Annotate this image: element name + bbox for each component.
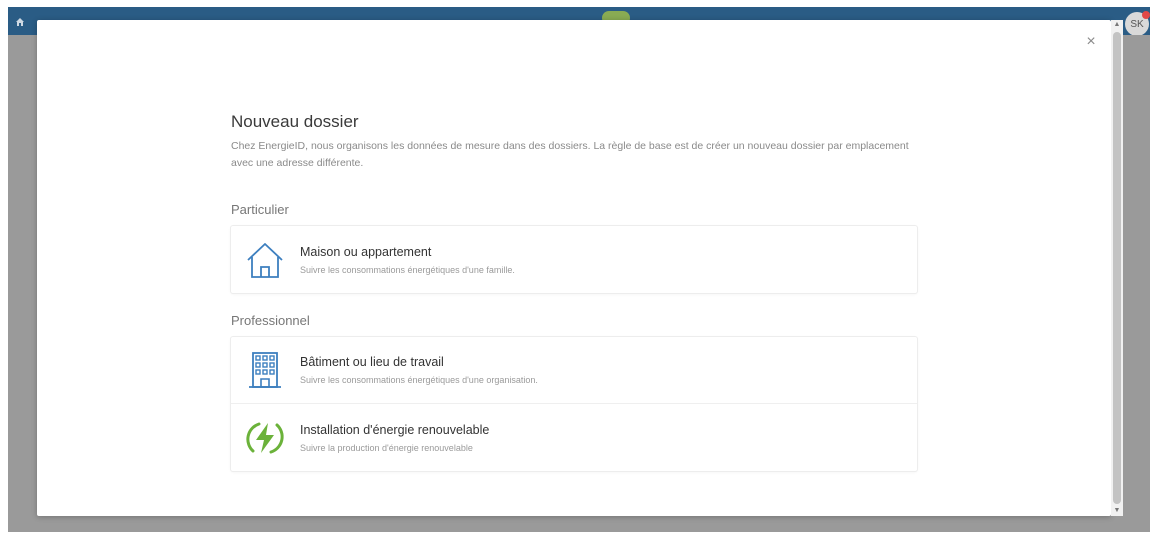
option-building-card[interactable]: Bâtiment ou lieu de travail Suivre les c… <box>231 337 917 404</box>
scroll-down-icon[interactable]: ▼ <box>1113 507 1121 515</box>
home-button[interactable] <box>11 13 29 31</box>
section-title-professionnel: Professionnel <box>231 313 310 328</box>
option-building-text: Bâtiment ou lieu de travail Suivre les c… <box>300 355 538 385</box>
user-avatar[interactable]: SK <box>1125 11 1150 36</box>
new-folder-modal: × Nouveau dossier Chez EnergieID, nous o… <box>37 20 1111 516</box>
house-icon <box>245 240 285 280</box>
option-renewable-card[interactable]: Installation d'énergie renouvelable Suiv… <box>231 404 917 471</box>
section-title-particulier: Particulier <box>231 202 289 217</box>
home-icon <box>16 18 24 26</box>
building-icon <box>245 350 285 390</box>
option-building-subtitle: Suivre les consommations énergétiques d'… <box>300 375 538 385</box>
modal-scrollbar[interactable]: ▲ ▼ <box>1111 20 1123 516</box>
close-icon: × <box>1086 33 1096 50</box>
close-button[interactable]: × <box>1083 34 1099 50</box>
option-renewable-subtitle: Suivre la production d'énergie renouvela… <box>300 442 473 453</box>
scroll-thumb[interactable] <box>1113 32 1121 504</box>
modal-content: Nouveau dossier Chez EnergieID, nous org… <box>231 112 917 471</box>
option-house-title: Maison ou appartement <box>300 244 432 259</box>
option-house-text: Maison ou appartement Suivre les consomm… <box>300 245 515 275</box>
page-description: Chez EnergieID, nous organisons les donn… <box>231 140 909 169</box>
option-house-card[interactable]: Maison ou appartement Suivre les consomm… <box>231 226 917 293</box>
option-house-subtitle: Suivre les consommations énergétiques d'… <box>300 264 515 275</box>
card-group-particulier: Maison ou appartement Suivre les consomm… <box>231 226 917 293</box>
lightning-icon <box>245 418 285 458</box>
option-building-title: Bâtiment ou lieu de travail <box>300 355 444 369</box>
option-renewable-text: Installation d'énergie renouvelable Suiv… <box>300 423 489 453</box>
avatar-initials: SK <box>1130 18 1144 30</box>
option-renewable-title: Installation d'énergie renouvelable <box>300 422 490 437</box>
page-title: Nouveau dossier <box>231 112 359 131</box>
notification-badge <box>1142 11 1150 19</box>
scroll-up-icon[interactable]: ▲ <box>1113 21 1121 29</box>
card-group-professionnel: Bâtiment ou lieu de travail Suivre les c… <box>231 337 917 471</box>
app-root: SK × Nouveau dossier Chez EnergieID, nou… <box>0 0 1150 537</box>
